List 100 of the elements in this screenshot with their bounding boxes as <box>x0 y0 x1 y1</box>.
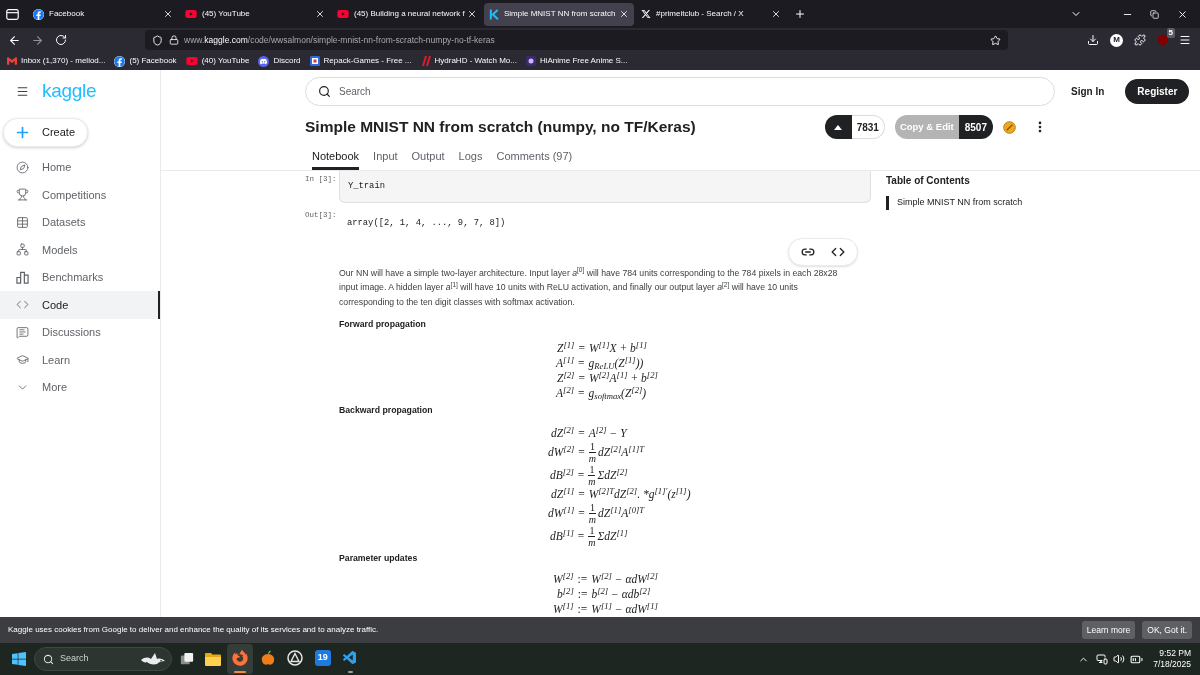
notebook-tab[interactable]: Output <box>411 146 445 170</box>
clock-time: 9:52 PM <box>1159 648 1191 659</box>
learn-more-button[interactable]: Learn more <box>1081 621 1136 639</box>
menu-icon[interactable] <box>1179 34 1191 46</box>
start-icon[interactable] <box>11 651 27 667</box>
fruit-icon <box>259 649 276 666</box>
plus-icon <box>14 124 31 141</box>
math-equation: W$^{[2]}$ := W$^{[2]}$ − αdW$^{[2]}$ <box>553 572 658 587</box>
clock-date: 7/18/2025 <box>1153 659 1191 670</box>
code-cell[interactable]: Y_train <box>339 171 871 203</box>
section-heading: Parameter updates <box>339 552 418 565</box>
cookie-notice-text: Kaggle uses cookies from Google to deliver and enhance the quality of its services and to analyze traffic. <box>8 624 379 636</box>
reload-icon[interactable] <box>55 34 67 46</box>
sidebar-item[interactable]: Learn <box>0 346 160 374</box>
browser-tab[interactable]: Simple MNIST NN from scratch <box>484 2 634 26</box>
sidebar-item[interactable]: Code <box>0 291 160 319</box>
code-editor-logo-icon <box>342 649 359 666</box>
x-logo-icon <box>641 9 651 19</box>
section-heading: Backward propagation <box>339 404 433 417</box>
extension-icon[interactable] <box>1134 34 1146 46</box>
address-field[interactable]: www.kaggle.com/code/wwsalmon/simple-mnist-nn-from-scratch-numpy-no-tf-keras <box>145 30 1008 50</box>
download-icon[interactable] <box>1087 34 1099 46</box>
upvote-button[interactable] <box>824 115 852 139</box>
bookmark-star-icon[interactable] <box>990 34 1001 46</box>
cell-output: array([2, 1, 4, ..., 9, 7, 8]) <box>347 217 506 229</box>
notebook-tab[interactable]: Logs <box>458 146 483 170</box>
notebook-tab[interactable]: Comments (97) <box>496 146 573 170</box>
close-icon[interactable] <box>1177 8 1188 20</box>
bookmark[interactable]: Repack-Games - Free ... <box>309 53 412 69</box>
notebook-tab[interactable]: Input <box>373 146 398 170</box>
devices-icon[interactable] <box>1096 653 1109 665</box>
sidebar-item[interactable]: Models <box>0 236 160 264</box>
message-icon <box>16 325 29 339</box>
square-logo-icon <box>309 56 320 66</box>
section-heading: Forward propagation <box>339 318 426 331</box>
browser-tab[interactable]: Facebook <box>28 2 178 26</box>
count-badge: 5 <box>1166 28 1175 38</box>
shield-icon[interactable] <box>152 34 163 46</box>
trophy-icon <box>16 188 29 202</box>
folder-icon <box>204 651 221 666</box>
close-icon[interactable] <box>771 9 781 19</box>
bookmark[interactable]: (5) Facebook <box>114 53 177 69</box>
taskbar-button[interactable] <box>227 644 254 674</box>
browser-logo-icon <box>232 649 249 666</box>
math-equation: A$^{[1]}$ = g$_{ReLU}$(Z$^{[1]}$)) <box>556 356 644 371</box>
bookmark[interactable]: Discord <box>258 53 301 69</box>
mail-logo-icon <box>7 56 17 66</box>
lock-icon[interactable] <box>169 35 179 45</box>
sidebar-item[interactable]: Datasets <box>0 208 160 236</box>
profile-avatar[interactable]: M <box>1110 33 1123 47</box>
sidebar-item[interactable]: Discussions <box>0 318 160 346</box>
sidebar-item[interactable]: Home <box>0 153 160 181</box>
search-icon <box>318 84 331 98</box>
bar-chevron-logo-icon <box>489 8 499 20</box>
tab-list-icon[interactable] <box>6 8 19 20</box>
play-logo-icon <box>185 8 197 20</box>
toc-item[interactable]: Simple MNIST NN from scratch <box>886 196 1023 210</box>
accept-button[interactable]: OK, Got it. <box>1142 621 1192 639</box>
play-logo-icon <box>185 55 198 67</box>
menu-icon[interactable] <box>16 84 29 98</box>
browser-tab[interactable]: (45) YouTube <box>180 2 330 26</box>
bar-chart-icon <box>16 270 29 284</box>
sidebar-item[interactable]: Benchmarks <box>0 263 160 291</box>
f-logo-icon <box>33 8 44 20</box>
search-field[interactable]: Search <box>34 647 172 671</box>
markdown-paragraph: Our NN will have a simple two-layer architecture. Input layer a$^{[0]}$ will have 784 units corresponding to the 784 pixels in each 28x28 input image. A hidden layer a$^{[1]}$ will have 10 units with ReLU activation, and finally our output layer a$^{[2]}$ will have 10 units corresponding to the ten digit classes with softmax activation. <box>339 265 839 309</box>
math-equation: dZ$^{[2]}$ = A$^{[2]}$ − Y <box>551 426 627 441</box>
graduation-cap-icon <box>16 353 29 367</box>
sign-in-button[interactable]: Sign In <box>1071 83 1105 99</box>
task-view-icon[interactable] <box>180 652 194 666</box>
forward-icon[interactable] <box>31 33 44 47</box>
sidebar-item[interactable]: Competitions <box>0 181 160 209</box>
url-text: www.kaggle.com/code/wwsalmon/simple-mnist-nn-from-scratch-numpy-no-tf-keras <box>184 33 495 47</box>
create-button[interactable]: Create <box>3 118 88 147</box>
close-icon[interactable] <box>315 9 325 19</box>
bookmark[interactable]: Inbox (1,370) - meliod... <box>7 53 106 69</box>
register-button[interactable]: Register <box>1125 78 1190 104</box>
restore-icon[interactable] <box>1150 9 1159 19</box>
browser-tab[interactable]: #primeitclub - Search / X <box>636 2 786 26</box>
f-logo-icon <box>114 55 126 67</box>
notebook-title: Simple MNIST NN from scratch (numpy, no TF/Keras) <box>305 117 697 138</box>
math-equation: Z$^{[1]}$ = W$^{[1]}$X + b$^{[1]}$ <box>557 341 647 356</box>
new-tab-icon[interactable] <box>794 8 806 20</box>
taskbar-button[interactable]: 19 <box>309 644 336 674</box>
back-icon[interactable] <box>8 33 21 47</box>
caret-up-icon <box>834 124 843 130</box>
close-icon[interactable] <box>163 9 173 19</box>
close-icon[interactable] <box>619 9 629 19</box>
bookmark[interactable]: HiAnime Free Anime S... <box>525 53 628 69</box>
sidebar-item[interactable]: More <box>0 373 160 401</box>
close-icon[interactable] <box>467 9 477 19</box>
medal-icon <box>1003 120 1016 134</box>
math-equation: dZ$^{[1]}$ = W$^{[2]T}$dZ$^{[2]}$. *g$^{[1]′}$(z$^{[1]}$) <box>551 487 691 502</box>
math-equation: Z$^{[2]}$ = W$^{[2]}$A$^{[1]}$ + b$^{[2]}$ <box>557 371 658 386</box>
search-icon <box>43 653 54 665</box>
square-logo-icon <box>525 56 536 66</box>
volume-icon[interactable] <box>1113 653 1126 665</box>
browser-tab[interactable]: (45) Building a neural network f <box>332 2 482 26</box>
bookmark[interactable]: HydraHD - Watch Mo... <box>420 53 517 69</box>
bookmark[interactable]: (40) YouTube <box>185 53 250 69</box>
